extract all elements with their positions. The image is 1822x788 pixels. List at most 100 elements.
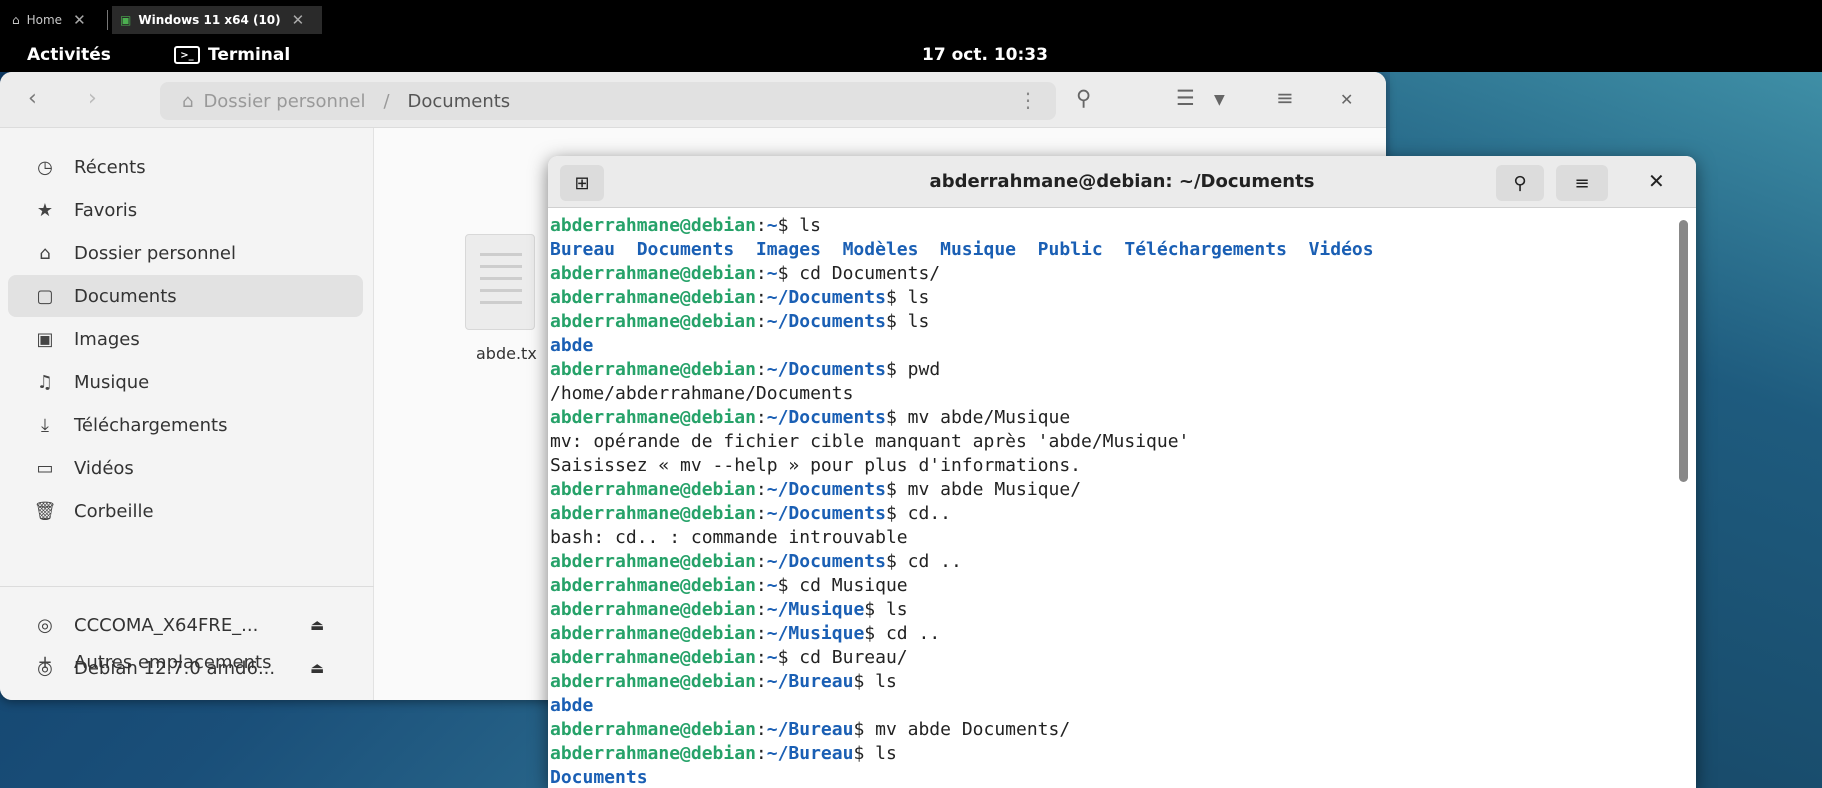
close-icon[interactable]: ✕ bbox=[1340, 90, 1353, 109]
terminal-prompt-line: abderrahmane@debian:~/Bureau$ mv abde Do… bbox=[550, 718, 1670, 742]
prompt-command: $ ls bbox=[885, 311, 930, 332]
download-icon: ⤓ bbox=[41, 414, 49, 436]
sidebar-item-videos[interactable]: ▭ Vidéos bbox=[8, 447, 363, 489]
prompt-path: ~/Documents bbox=[766, 551, 886, 572]
terminal-output[interactable]: abderrahmane@debian:~$ ls Bureau Document… bbox=[548, 208, 1672, 788]
close-icon[interactable]: ✕ bbox=[73, 11, 86, 29]
prompt-colon: : bbox=[755, 359, 767, 380]
vm-tab-windows[interactable]: ▣ Windows 11 x64 (10) ✕ bbox=[112, 6, 322, 34]
vm-tab-home[interactable]: ⌂ Home ✕ bbox=[4, 6, 94, 34]
prompt-user: abderrahmane@debian bbox=[550, 479, 756, 500]
prompt-user: abderrahmane@debian bbox=[550, 551, 756, 572]
prompt-user: abderrahmane@debian bbox=[550, 671, 756, 692]
menu-button[interactable]: ≡ bbox=[1556, 165, 1608, 201]
prompt-command: $ cd Bureau/ bbox=[777, 647, 908, 668]
file-name[interactable]: abde.tx bbox=[476, 344, 537, 363]
prompt-user: abderrahmane@debian bbox=[550, 263, 756, 284]
prompt-user: abderrahmane@debian bbox=[550, 311, 756, 332]
sidebar-item-recents[interactable]: ◷ Récents bbox=[8, 146, 363, 188]
prompt-path: ~ bbox=[766, 263, 778, 284]
vm-tab-strip: ⌂ Home ✕ ▣ Windows 11 x64 (10) ✕ bbox=[0, 0, 1822, 40]
sidebar-item-images[interactable]: ▣ Images bbox=[8, 318, 363, 360]
search-button[interactable]: ⚲ bbox=[1496, 165, 1544, 201]
terminal-prompt-line: abderrahmane@debian:~/Documents$ ls bbox=[550, 286, 1670, 310]
prompt-command: $ cd .. bbox=[885, 551, 962, 572]
back-icon[interactable]: ‹ bbox=[28, 86, 37, 111]
close-icon[interactable]: ✕ bbox=[292, 11, 305, 29]
prompt-user: abderrahmane@debian bbox=[550, 599, 756, 620]
prompt-command: $ ls bbox=[853, 743, 897, 764]
prompt-colon: : bbox=[755, 503, 767, 524]
list-view-icon[interactable]: ☰ bbox=[1176, 86, 1195, 110]
sidebar-item-music[interactable]: ♫ Musique bbox=[8, 361, 363, 403]
music-icon: ♫ bbox=[36, 371, 54, 393]
prompt-path: ~ bbox=[766, 647, 778, 668]
terminal-prompt-line: abderrahmane@debian:~/Musique$ ls bbox=[550, 598, 1670, 622]
clock[interactable]: 17 oct. 10:33 bbox=[922, 45, 1048, 65]
video-icon: ▭ bbox=[36, 457, 54, 479]
kebab-menu-icon[interactable]: ⋮ bbox=[1018, 88, 1038, 112]
sidebar-item-trash[interactable]: 🗑 Corbeille bbox=[8, 490, 363, 532]
terminal-prompt-line: abderrahmane@debian:~/Musique$ cd .. bbox=[550, 622, 1670, 646]
sidebar-item-other-locations[interactable]: + Autres emplacements bbox=[8, 641, 363, 683]
prompt-colon: : bbox=[755, 599, 767, 620]
prompt-colon: : bbox=[755, 623, 767, 644]
prompt-command: $ cd.. bbox=[885, 503, 951, 524]
hamburger-menu-icon[interactable]: ≡ bbox=[1276, 86, 1294, 110]
search-icon[interactable]: ⚲ bbox=[1076, 86, 1091, 110]
plus-icon: + bbox=[37, 651, 53, 673]
forward-icon[interactable]: › bbox=[88, 86, 97, 111]
prompt-colon: : bbox=[755, 575, 767, 596]
clock-icon: ◷ bbox=[37, 156, 53, 178]
chevron-down-icon[interactable]: ▼ bbox=[1214, 92, 1225, 108]
prompt-colon: : bbox=[755, 479, 767, 500]
prompt-user: abderrahmane@debian bbox=[550, 743, 756, 764]
path-current[interactable]: Documents bbox=[408, 91, 511, 112]
sidebar-item-label: Musique bbox=[74, 371, 150, 393]
sidebar-item-label: Images bbox=[74, 328, 140, 350]
text-file-icon[interactable] bbox=[465, 234, 535, 330]
prompt-command: $ mv abde/Musique bbox=[885, 407, 1071, 428]
terminal-headerbar: ⊞ abderrahmane@debian: ~/Documents ⚲ ≡ ✕ bbox=[548, 156, 1696, 208]
activities-button[interactable]: Activités bbox=[27, 45, 111, 65]
prompt-command: $ mv abde Musique/ bbox=[885, 479, 1082, 500]
sidebar-item-label: Documents bbox=[74, 285, 177, 307]
sidebar-item-label: Téléchargements bbox=[74, 414, 228, 436]
prompt-colon: : bbox=[755, 263, 767, 284]
prompt-user: abderrahmane@debian bbox=[550, 503, 756, 524]
hamburger-menu-icon: ≡ bbox=[1574, 172, 1590, 194]
terminal-prompt-line: abderrahmane@debian:~/Documents$ ls bbox=[550, 310, 1670, 334]
terminal-dir-listing: abde bbox=[550, 695, 594, 716]
sidebar-item-label: Récents bbox=[74, 156, 146, 178]
sidebar-item-downloads[interactable]: ⤓ Téléchargements bbox=[8, 404, 363, 446]
terminal-output-line: /home/abderrahmane/Documents bbox=[550, 383, 854, 404]
scrollbar-thumb[interactable] bbox=[1679, 220, 1688, 482]
path-separator: / bbox=[383, 90, 390, 112]
document-icon: ▢ bbox=[36, 285, 54, 307]
vm-tab-home-label: Home bbox=[26, 13, 63, 27]
close-icon[interactable]: ✕ bbox=[1648, 169, 1665, 193]
eject-icon[interactable]: ⏏ bbox=[310, 616, 324, 634]
app-menu[interactable]: >_ Terminal bbox=[174, 45, 290, 65]
sidebar-item-drive-windows[interactable]: ◎ CCCOMA_X64FRE_... ⏏ bbox=[8, 604, 363, 646]
terminal-dir-listing: abde bbox=[550, 335, 594, 356]
prompt-user: abderrahmane@debian bbox=[550, 647, 756, 668]
path-home[interactable]: Dossier personnel bbox=[203, 91, 365, 112]
vm-icon: ▣ bbox=[120, 13, 132, 27]
prompt-user: abderrahmane@debian bbox=[550, 287, 756, 308]
sidebar-item-documents[interactable]: ▢ Documents bbox=[8, 275, 363, 317]
prompt-colon: : bbox=[755, 287, 767, 308]
sidebar-item-favorites[interactable]: ★ Favoris bbox=[8, 189, 363, 231]
prompt-path: ~/Musique bbox=[766, 599, 865, 620]
image-icon: ▣ bbox=[36, 328, 54, 350]
files-headerbar: ‹ › ⌂ Dossier personnel / Documents ⋮ ⚲ … bbox=[0, 72, 1386, 128]
path-bar[interactable]: ⌂ Dossier personnel / Documents ⋮ bbox=[160, 82, 1056, 120]
scrollbar[interactable] bbox=[1676, 212, 1690, 788]
sidebar-item-home[interactable]: ⌂ Dossier personnel bbox=[8, 232, 363, 274]
trash-icon: 🗑 bbox=[33, 500, 57, 522]
home-icon: ⌂ bbox=[12, 13, 20, 27]
files-sidebar: ◷ Récents ★ Favoris ⌂ Dossier personnel ▢ Do… bbox=[0, 128, 374, 700]
prompt-path: ~/Documents bbox=[766, 503, 886, 524]
gnome-top-bar: Activités >_ Terminal 17 oct. 10:33 bbox=[0, 40, 1822, 72]
prompt-colon: : bbox=[755, 215, 767, 236]
